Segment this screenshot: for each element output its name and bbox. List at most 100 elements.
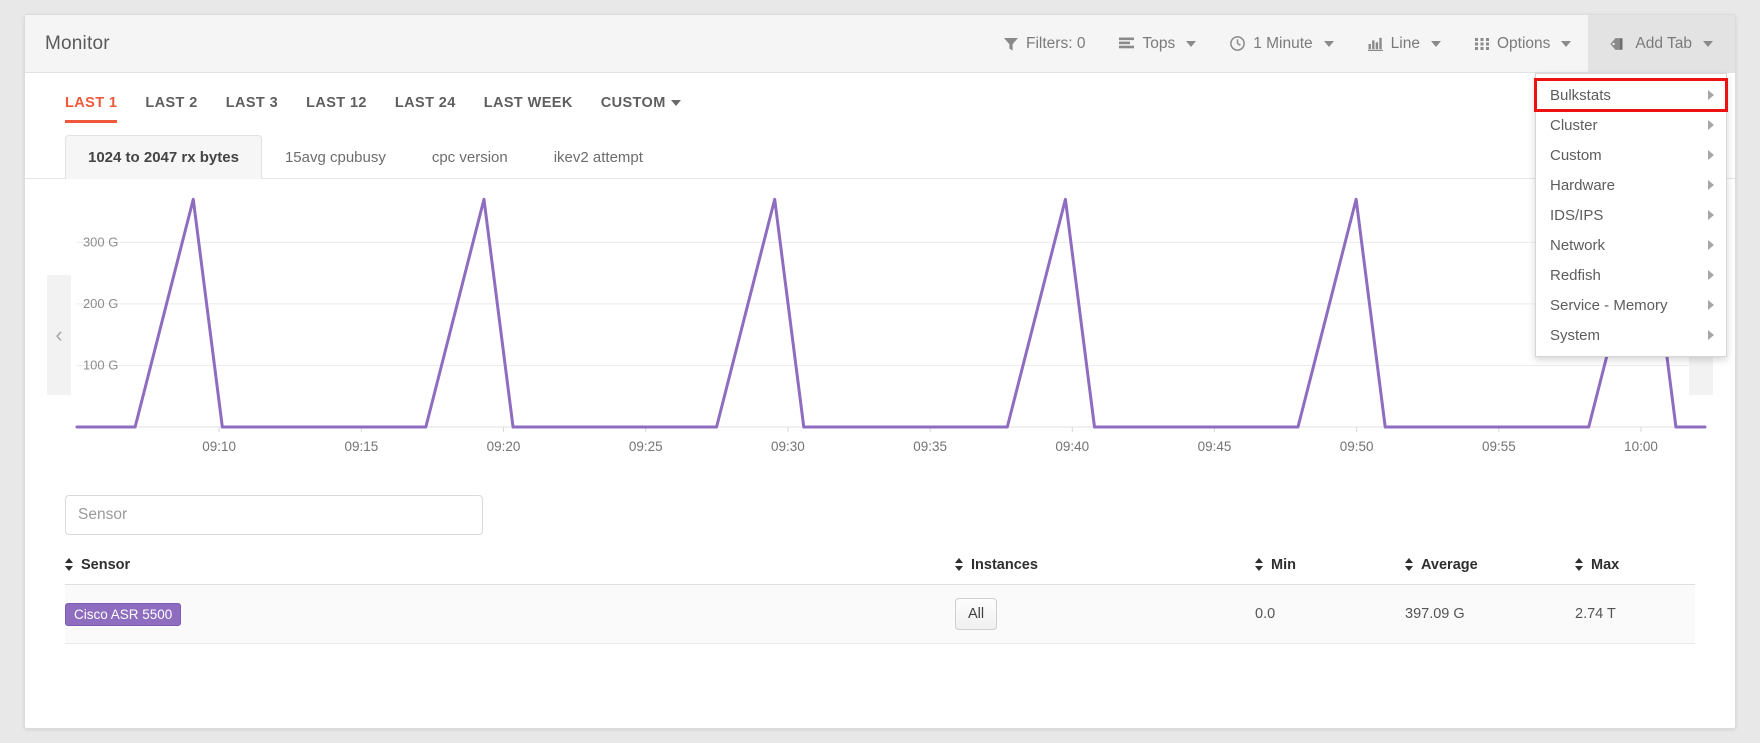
svg-text:200 G: 200 G — [83, 296, 118, 311]
chevron-right-icon — [1708, 270, 1714, 280]
menu-item-cluster[interactable]: Cluster — [1536, 110, 1726, 140]
filter-icon — [1004, 37, 1019, 51]
cell-sensor: Cisco ASR 5500 — [65, 584, 955, 644]
svg-text:09:20: 09:20 — [487, 439, 521, 454]
chevron-right-icon — [1708, 210, 1714, 220]
menu-item-label: Hardware — [1550, 176, 1616, 194]
column-header-max[interactable]: Max — [1575, 557, 1695, 585]
chevron-down-icon — [1430, 40, 1441, 47]
chevron-right-icon — [1708, 180, 1714, 190]
svg-text:09:45: 09:45 — [1198, 439, 1232, 454]
interval-label: 1 Minute — [1253, 34, 1313, 52]
filters-button[interactable]: Filters: 0 — [987, 15, 1102, 72]
timeseries-chart: 100 G 200 G 300 G 09:10 09:15 09:20 09:25 09:30… — [75, 197, 1707, 454]
column-label: Instances — [971, 557, 1038, 573]
menu-item-redfish[interactable]: Redfish — [1536, 260, 1726, 290]
sort-icon — [1255, 558, 1264, 571]
table-row: Cisco ASR 5500 All 0.0 397.09 G 2.74 T — [65, 584, 1695, 644]
page-title: Monitor — [45, 32, 110, 54]
column-header-sensor[interactable]: Sensor — [65, 557, 955, 585]
svg-text:09:50: 09:50 — [1340, 439, 1374, 454]
chevron-right-icon — [1708, 120, 1714, 130]
menu-item-bulkstats[interactable]: Bulkstats — [1534, 78, 1728, 112]
column-label: Max — [1591, 557, 1620, 573]
menu-item-label: Custom — [1550, 146, 1602, 164]
column-header-instances[interactable]: Instances — [955, 557, 1255, 585]
svg-text:09:35: 09:35 — [913, 439, 947, 454]
sensor-table: Sensor Instances Min Average Max Cisco A… — [65, 557, 1695, 644]
column-label: Min — [1271, 557, 1296, 573]
chart-type-button[interactable]: Line — [1351, 15, 1458, 72]
menu-item-network[interactable]: Network — [1536, 230, 1726, 260]
add-tab-menu: Bulkstats Cluster Custom Hardware IDS/IP… — [1534, 73, 1728, 357]
svg-text:09:15: 09:15 — [344, 439, 378, 454]
column-label: Sensor — [81, 557, 131, 573]
options-button[interactable]: Options — [1458, 15, 1588, 72]
time-range-tabs: LAST 1 LAST 2 LAST 3 LAST 12 LAST 24 LAS… — [25, 73, 1735, 123]
instances-all-button[interactable]: All — [955, 598, 998, 630]
options-label: Options — [1496, 34, 1551, 52]
tops-label: Tops — [1142, 34, 1176, 52]
list-icon — [1119, 37, 1135, 51]
cell-min: 0.0 — [1255, 584, 1405, 644]
chevron-down-icon — [1323, 40, 1334, 47]
menu-item-system[interactable]: System — [1536, 320, 1726, 350]
svg-text:10:00: 10:00 — [1624, 439, 1658, 454]
range-tab-last-12[interactable]: LAST 12 — [306, 95, 367, 123]
column-label: Average — [1421, 557, 1478, 573]
bar-chart-icon — [1367, 37, 1383, 51]
chart-type-label: Line — [1390, 34, 1420, 52]
chevron-down-icon — [1186, 40, 1197, 47]
menu-item-label: Service - Memory — [1550, 296, 1668, 314]
add-tab-label: Add Tab — [1635, 34, 1692, 52]
menu-item-label: IDS/IPS — [1550, 206, 1604, 224]
metric-tab-cpc-version[interactable]: cpc version — [409, 135, 531, 179]
interval-button[interactable]: 1 Minute — [1213, 15, 1350, 72]
app-header: Monitor Filters: 0 Tops 1 Minute Line Op… — [25, 15, 1735, 357]
column-header-average[interactable]: Average — [1405, 557, 1575, 585]
menu-item-label: Bulkstats — [1550, 86, 1611, 104]
range-tab-last-2[interactable]: LAST 2 — [145, 95, 197, 123]
sort-icon — [65, 558, 74, 571]
menu-item-label: Redfish — [1550, 266, 1601, 284]
tops-button[interactable]: Tops — [1102, 15, 1213, 72]
menu-item-label: System — [1550, 326, 1601, 344]
svg-text:09:40: 09:40 — [1055, 439, 1089, 454]
chevron-right-icon — [1708, 90, 1714, 100]
chevron-right-icon — [1708, 240, 1714, 250]
menu-item-hardware[interactable]: Hardware — [1536, 170, 1726, 200]
metric-tab-ikev2-attempt[interactable]: ikev2 attempt — [531, 135, 666, 179]
range-tab-last-1[interactable]: LAST 1 — [65, 95, 118, 123]
svg-text:09:10: 09:10 — [202, 439, 236, 454]
range-tab-last-week[interactable]: LAST WEEK — [484, 95, 573, 123]
cell-instances: All — [955, 584, 1255, 644]
metric-tab-cpubusy[interactable]: 15avg cpubusy — [262, 135, 409, 179]
cell-max: 2.74 T — [1575, 584, 1695, 644]
table-body: Cisco ASR 5500 All 0.0 397.09 G 2.74 T — [65, 584, 1695, 644]
sort-icon — [1575, 558, 1584, 571]
monitor-window: Monitor Filters: 0 Tops 1 Minute Line Op… — [24, 14, 1736, 729]
column-header-min[interactable]: Min — [1255, 557, 1405, 585]
menu-item-ids-ips[interactable]: IDS/IPS — [1536, 200, 1726, 230]
sensor-chip[interactable]: Cisco ASR 5500 — [65, 602, 182, 626]
header-toolbar: Filters: 0 Tops 1 Minute Line Options Ad… — [987, 15, 1735, 72]
add-tab-button[interactable]: Add Tab — [1588, 15, 1735, 72]
sensor-search-row — [25, 479, 1735, 535]
chevron-right-icon — [1708, 330, 1714, 340]
sensor-search-input[interactable] — [65, 495, 483, 535]
clock-icon — [1230, 36, 1246, 51]
sort-icon — [955, 558, 964, 571]
range-tab-custom[interactable]: CUSTOM — [601, 95, 681, 123]
range-tab-last-3[interactable]: LAST 3 — [226, 95, 278, 123]
menu-item-custom[interactable]: Custom — [1536, 140, 1726, 170]
menu-item-service-memory[interactable]: Service - Memory — [1536, 290, 1726, 320]
svg-text:09:25: 09:25 — [629, 439, 663, 454]
chevron-down-icon — [1703, 40, 1713, 47]
range-tab-last-24[interactable]: LAST 24 — [395, 95, 456, 123]
chevron-right-icon — [1708, 150, 1714, 160]
metric-tab-rx-bytes[interactable]: 1024 to 2047 rx bytes — [65, 135, 262, 179]
chart-prev-arrow[interactable]: ‹ — [47, 275, 71, 395]
svg-text:300 G: 300 G — [83, 234, 118, 249]
svg-text:09:30: 09:30 — [771, 439, 805, 454]
grid-icon — [1474, 37, 1489, 51]
